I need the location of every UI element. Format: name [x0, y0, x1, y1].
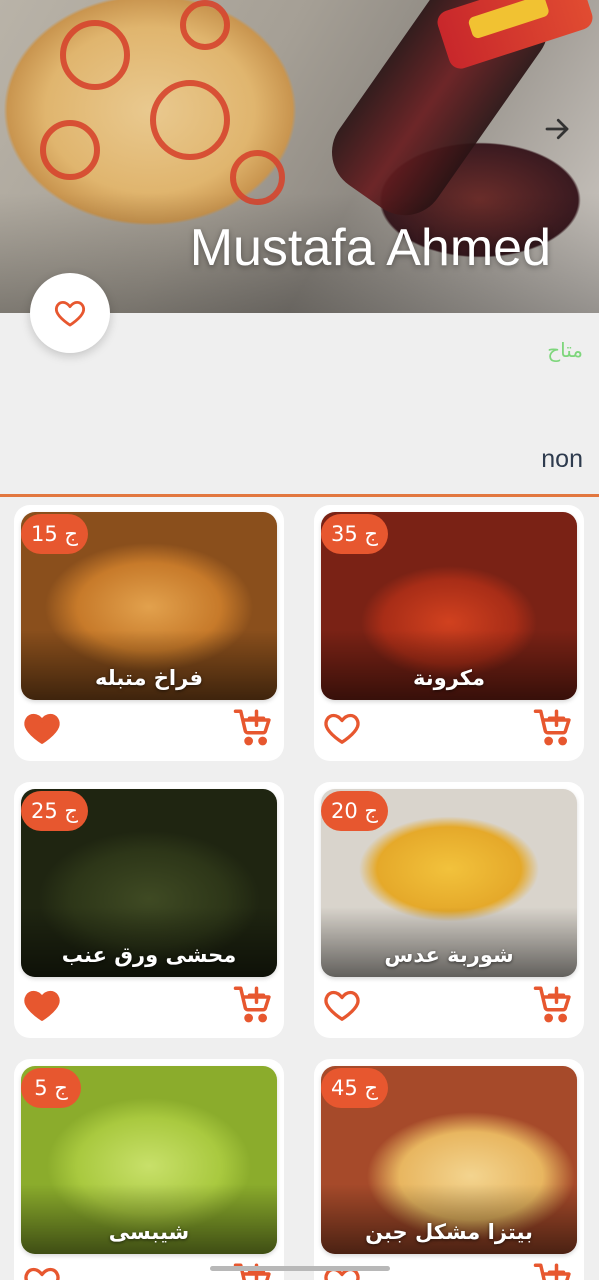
heart-outline-icon[interactable]: [322, 1262, 362, 1280]
price-badge: 35 ج: [321, 514, 388, 554]
add-to-cart-icon[interactable]: [232, 706, 274, 748]
restaurant-description: non: [541, 445, 583, 473]
product-card[interactable]: شيبسى 5 ج: [14, 1059, 284, 1280]
product-name: فراخ متبله: [95, 666, 203, 690]
heart-outline-icon[interactable]: [322, 708, 362, 748]
product-card[interactable]: محشى ورق عنب 25 ج: [14, 782, 284, 1038]
heart-filled-icon[interactable]: [22, 708, 62, 748]
heart-outline-icon: [55, 300, 85, 327]
product-name: شوربة عدس: [384, 943, 514, 967]
home-indicator: [210, 1266, 390, 1271]
cover-decoration: [150, 80, 230, 160]
heart-filled-icon[interactable]: [22, 985, 62, 1025]
price-badge: 25 ج: [21, 791, 88, 831]
availability-status: متاح: [547, 338, 583, 362]
product-name: مكرونة: [413, 666, 485, 690]
heart-outline-icon[interactable]: [322, 985, 362, 1025]
product-name: شيبسى: [108, 1220, 190, 1244]
arrow-right-icon[interactable]: [542, 114, 572, 144]
add-to-cart-icon[interactable]: [532, 706, 574, 748]
price-badge: 5 ج: [21, 1068, 81, 1108]
restaurant-cover-image: Mustafa Ahmed: [0, 0, 599, 313]
favorite-restaurant-button[interactable]: [30, 273, 110, 353]
heart-outline-icon[interactable]: [22, 1262, 62, 1280]
restaurant-page: Mustafa Ahmed متاح non مكرونة 35 ج فراخ …: [0, 0, 599, 1280]
price-badge: 45 ج: [321, 1068, 388, 1108]
product-name: محشى ورق عنب: [61, 943, 237, 967]
product-card[interactable]: بيتزا مشكل جبن 45 ج: [314, 1059, 584, 1280]
add-to-cart-icon[interactable]: [232, 983, 274, 1025]
restaurant-name: Mustafa Ahmed: [189, 219, 551, 277]
add-to-cart-icon[interactable]: [532, 1260, 574, 1280]
section-divider: [0, 494, 599, 497]
add-to-cart-icon[interactable]: [532, 983, 574, 1025]
cover-decoration: [180, 0, 230, 50]
product-card[interactable]: فراخ متبله 15 ج: [14, 505, 284, 761]
cover-decoration: [40, 120, 100, 180]
price-badge: 20 ج: [321, 791, 388, 831]
product-card[interactable]: مكرونة 35 ج: [314, 505, 584, 761]
product-name: بيتزا مشكل جبن: [365, 1220, 533, 1244]
product-card[interactable]: شوربة عدس 20 ج: [314, 782, 584, 1038]
cover-decoration: [60, 20, 130, 90]
price-badge: 15 ج: [21, 514, 88, 554]
